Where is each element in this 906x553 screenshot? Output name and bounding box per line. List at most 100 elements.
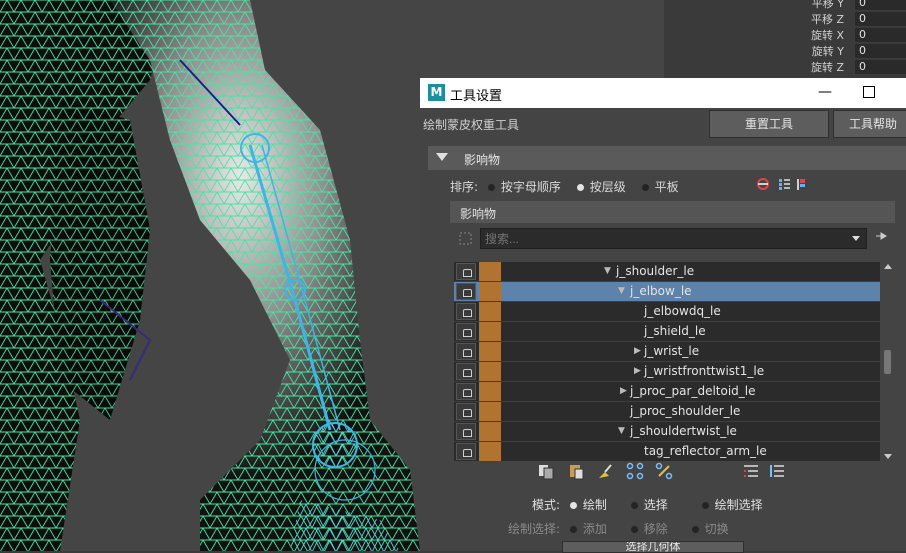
- joint-color-swatch[interactable]: [479, 342, 501, 361]
- channel-label: 平移 Z: [810, 13, 844, 26]
- select-geometry-button[interactable]: 选择几何体: [562, 541, 744, 553]
- expand-arrow-icon[interactable]: ▶: [634, 346, 641, 356]
- joint-color-swatch[interactable]: [479, 402, 501, 421]
- influences-section-header[interactable]: 影响物: [428, 146, 906, 170]
- paint-select-label: 绘制选择:: [508, 522, 561, 536]
- influence-row[interactable]: ▼ j_shoulder_le: [454, 262, 880, 282]
- influence-name: j_shouldertwist_le: [630, 424, 737, 438]
- influence-name: j_shield_le: [644, 324, 706, 338]
- joint-color-swatch[interactable]: [479, 282, 501, 301]
- list-expand-icon[interactable]: [768, 462, 786, 480]
- section-title: 影响物: [464, 153, 501, 167]
- collapse-arrow-icon[interactable]: [436, 153, 448, 161]
- select-influence-icon[interactable]: [626, 462, 644, 480]
- flag-list-icon: [797, 179, 805, 190]
- lock-icon[interactable]: [456, 423, 476, 440]
- expand-arrow-icon[interactable]: ▶: [620, 386, 627, 396]
- sort-alpha-radio[interactable]: [487, 183, 495, 191]
- expand-arrow-icon[interactable]: ▶: [634, 366, 641, 376]
- paste-weights-icon[interactable]: [567, 462, 585, 480]
- search-dropdown-icon[interactable]: [852, 236, 860, 241]
- lock-icon[interactable]: [456, 263, 476, 280]
- sort-flat-radio[interactable]: [641, 183, 649, 191]
- influence-row[interactable]: j_elbowdq_le: [454, 302, 880, 322]
- channel-value[interactable]: 0: [855, 0, 906, 10]
- sort-hierarchy-radio[interactable]: [576, 183, 584, 191]
- influence-row[interactable]: j_proc_shoulder_le: [454, 402, 880, 422]
- mode-select-label[interactable]: 选择: [644, 498, 668, 512]
- search-input[interactable]: [483, 230, 847, 247]
- lock-icon[interactable]: [456, 323, 476, 340]
- channel-value[interactable]: 0: [855, 28, 906, 42]
- influence-row[interactable]: tag_reflector_arm_le: [454, 442, 880, 461]
- scroll-up-icon[interactable]: [884, 264, 892, 269]
- maximize-icon[interactable]: [863, 86, 875, 98]
- lock-icon[interactable]: [456, 403, 476, 420]
- influence-name: j_elbowdq_le: [644, 304, 721, 318]
- mode-paint-radio[interactable]: [569, 501, 577, 509]
- mode-paint-select-label[interactable]: 绘制选择: [715, 498, 763, 512]
- channel-label: 旋转 Y: [811, 45, 844, 58]
- influence-tree[interactable]: ▼ j_shoulder_le ▼ j_elbow_le j_elbowdq_l…: [454, 262, 880, 461]
- lock-icon[interactable]: [456, 343, 476, 360]
- tree-scrollbar[interactable]: [882, 262, 893, 461]
- minimize-icon[interactable]: —: [818, 84, 832, 100]
- paint-select-toggle-radio[interactable]: [691, 525, 699, 533]
- copy-weights-icon[interactable]: [537, 462, 555, 480]
- collapse-arrow-icon[interactable]: ▼: [618, 426, 625, 436]
- channel-row: 平移 Z 0: [664, 11, 906, 27]
- reset-tool-button[interactable]: 重置工具: [709, 110, 829, 138]
- prune-weights-icon[interactable]: [597, 462, 615, 480]
- pin-icon[interactable]: [875, 230, 889, 242]
- tool-help-button[interactable]: 工具帮助: [833, 110, 906, 138]
- influence-row[interactable]: ▶ j_wrist_le: [454, 342, 880, 362]
- influence-row-selected[interactable]: ▼ j_elbow_le: [454, 282, 880, 302]
- paint-select-remove-label[interactable]: 移除: [644, 522, 668, 536]
- channel-value[interactable]: 0: [855, 60, 906, 74]
- lock-icon[interactable]: [456, 443, 476, 460]
- collapse-arrow-icon[interactable]: ▼: [618, 286, 625, 296]
- list-collapse-icon[interactable]: [742, 462, 760, 480]
- mode-select-radio[interactable]: [630, 501, 638, 509]
- influence-row[interactable]: j_shield_le: [454, 322, 880, 342]
- paint-select-add-radio[interactable]: [569, 525, 577, 533]
- influence-tool-icons: [757, 178, 805, 190]
- influence-name: j_elbow_le: [630, 284, 692, 298]
- sort-flat-label[interactable]: 平板: [655, 180, 679, 194]
- filter-icon[interactable]: [458, 231, 474, 247]
- lock-icon[interactable]: [456, 303, 476, 320]
- influence-row[interactable]: ▶ j_proc_par_deltoid_le: [454, 382, 880, 402]
- lock-icon[interactable]: [456, 283, 476, 300]
- channel-value[interactable]: 0: [855, 44, 906, 58]
- joint-color-swatch[interactable]: [479, 442, 501, 461]
- channel-value[interactable]: 0: [855, 12, 906, 26]
- collapse-arrow-icon[interactable]: ▼: [604, 266, 611, 276]
- joint-color-swatch[interactable]: [479, 362, 501, 381]
- joint-color-swatch[interactable]: [479, 262, 501, 281]
- mode-paint-label[interactable]: 绘制: [583, 498, 607, 512]
- joint-color-swatch[interactable]: [479, 422, 501, 441]
- hierarchy-list-icon: [779, 179, 790, 190]
- joint-color-swatch[interactable]: [479, 382, 501, 401]
- influence-row[interactable]: ▶ j_wristfronttwist1_le: [454, 362, 880, 382]
- influence-name: j_wrist_le: [644, 344, 700, 358]
- mode-paint-select-radio[interactable]: [701, 501, 709, 509]
- influence-row[interactable]: ▼ j_shouldertwist_le: [454, 422, 880, 442]
- influence-name: tag_reflector_arm_le: [644, 444, 767, 458]
- joint-color-swatch[interactable]: [479, 302, 501, 321]
- paint-select-toggle-label[interactable]: 切换: [705, 522, 729, 536]
- paint-select-add-label[interactable]: 添加: [583, 522, 607, 536]
- channel-row: 平移 Y 0: [664, 0, 906, 11]
- channel-row: 旋转 Z 0: [664, 59, 906, 75]
- sort-hierarchy-label[interactable]: 按层级: [590, 180, 626, 194]
- lock-icon[interactable]: [456, 363, 476, 380]
- paint-select-remove-radio[interactable]: [630, 525, 638, 533]
- select-vertices-icon[interactable]: [655, 462, 673, 480]
- joint-color-swatch[interactable]: [479, 322, 501, 341]
- sort-alpha-label[interactable]: 按字母顺序: [501, 180, 561, 194]
- scroll-down-icon[interactable]: [884, 454, 892, 459]
- scroll-thumb[interactable]: [884, 350, 891, 374]
- lock-icon[interactable]: [456, 383, 476, 400]
- title-bar[interactable]: M 工具设置 —: [420, 78, 906, 108]
- channel-label: 平移 Y: [811, 0, 844, 10]
